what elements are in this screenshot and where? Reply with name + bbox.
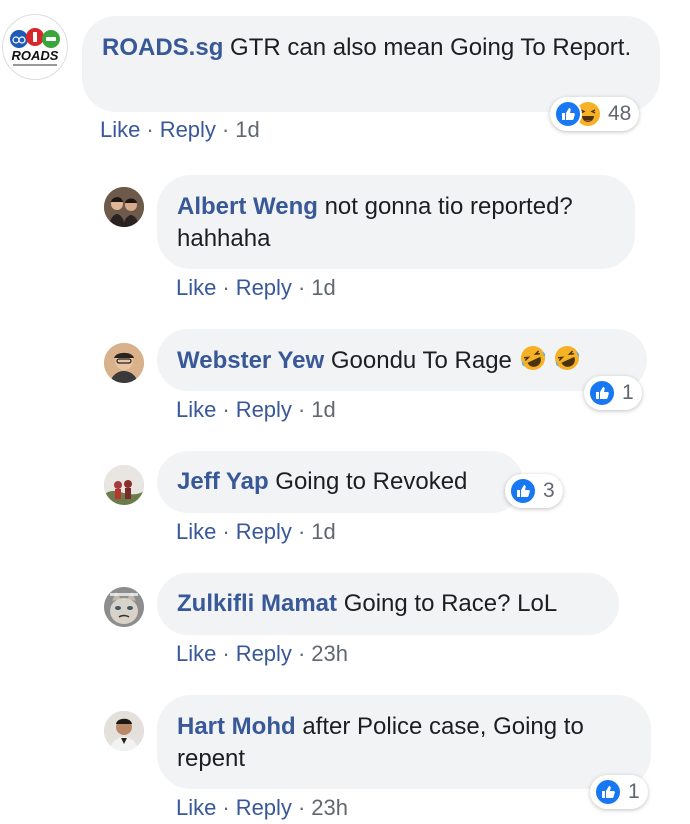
reaction-summary[interactable]: 1 xyxy=(590,775,648,809)
reply-bubble: Jeff Yap Going to Revoked xyxy=(157,451,523,513)
comment-actions: Like · Reply · 1d xyxy=(176,519,336,544)
svg-text:ROADS: ROADS xyxy=(12,48,59,63)
comment-text: Going to Revoked xyxy=(275,468,468,495)
reaction-summary[interactable]: 3 xyxy=(505,474,563,508)
avatar-jeff-yap[interactable] xyxy=(104,465,144,505)
like-link[interactable]: Like xyxy=(176,275,216,300)
profile-photo xyxy=(104,465,144,505)
reply-bubble: Webster Yew Goondu To Rage xyxy=(157,329,647,391)
comment-actions: Like · Reply · 1d xyxy=(176,275,336,300)
comment-text: Going to Race? LoL xyxy=(343,590,558,617)
timestamp[interactable]: 23h xyxy=(311,795,348,820)
profile-photo xyxy=(104,587,144,627)
reply-link[interactable]: Reply xyxy=(236,397,292,422)
like-link[interactable]: Like xyxy=(176,641,216,666)
reaction-count: 1 xyxy=(628,780,640,803)
rofl-emoji xyxy=(553,344,581,381)
avatar-albert-weng[interactable] xyxy=(104,187,144,227)
comment-actions: Like · Reply · 1d xyxy=(100,117,260,142)
like-link[interactable]: Like xyxy=(176,795,216,820)
reply-bubble: Zulkifli Mamat Going to Race? LoL xyxy=(157,573,619,635)
like-link[interactable]: Like xyxy=(176,519,216,544)
comment-text: Goondu To Rage xyxy=(330,347,512,374)
comment-author[interactable]: Hart Mohd xyxy=(177,713,296,740)
reaction-count: 1 xyxy=(622,381,634,404)
comment-actions: Like · Reply · 23h xyxy=(176,641,348,666)
like-link[interactable]: Like xyxy=(100,117,140,142)
profile-photo xyxy=(104,711,144,751)
reaction-summary[interactable]: 1 xyxy=(584,376,642,410)
comment-text: GTR can also mean Going To Report. xyxy=(230,34,632,61)
profile-photo xyxy=(104,343,144,383)
reply-link[interactable]: Reply xyxy=(160,117,216,142)
avatar-hart-mohd[interactable] xyxy=(104,711,144,751)
avatar-roads-sg[interactable]: ROADS xyxy=(2,14,68,80)
roads-logo: ROADS xyxy=(10,28,60,66)
avatar-webster-yew[interactable] xyxy=(104,343,144,383)
reaction-count: 3 xyxy=(543,479,555,502)
timestamp[interactable]: 23h xyxy=(311,641,348,666)
reply-link[interactable]: Reply xyxy=(236,275,292,300)
reply-link[interactable]: Reply xyxy=(236,519,292,544)
avatar-zulkifli-mamat[interactable] xyxy=(104,587,144,627)
comment-actions: Like · Reply · 1d xyxy=(176,397,336,422)
comment-author[interactable]: Jeff Yap xyxy=(177,468,269,495)
reply-link[interactable]: Reply xyxy=(236,795,292,820)
reply-link[interactable]: Reply xyxy=(236,641,292,666)
like-link[interactable]: Like xyxy=(176,397,216,422)
timestamp[interactable]: 1d xyxy=(235,117,259,142)
comment-author[interactable]: Webster Yew xyxy=(177,347,324,374)
timestamp[interactable]: 1d xyxy=(311,275,335,300)
comment-author[interactable]: Zulkifli Mamat xyxy=(177,590,337,617)
comment-author[interactable]: ROADS.sg xyxy=(102,34,223,61)
like-icon xyxy=(554,100,582,128)
reply-bubble: Hart Mohd after Police case, Going to re… xyxy=(157,695,651,789)
timestamp[interactable]: 1d xyxy=(311,397,335,422)
reaction-summary[interactable]: 48 xyxy=(550,97,640,131)
like-icon xyxy=(594,778,622,806)
timestamp[interactable]: 1d xyxy=(311,519,335,544)
like-icon xyxy=(509,477,537,505)
rofl-emoji xyxy=(519,344,547,381)
profile-photo xyxy=(104,187,144,227)
reaction-count: 48 xyxy=(608,102,632,125)
like-icon xyxy=(588,379,616,407)
comment-actions: Like · Reply · 23h xyxy=(176,795,348,820)
comment-author[interactable]: Albert Weng xyxy=(177,193,318,220)
reply-bubble: Albert Weng not gonna tio reported? hahh… xyxy=(157,175,635,269)
